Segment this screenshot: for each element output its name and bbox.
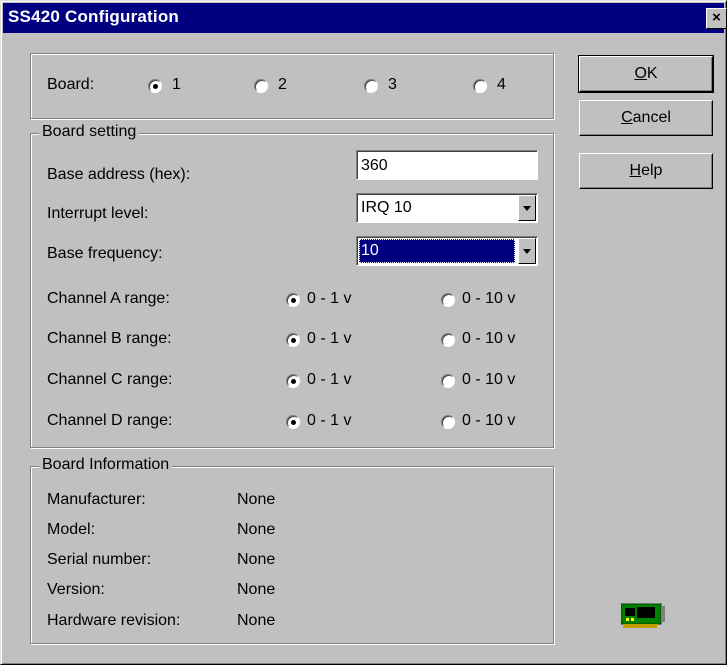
window-title: SS420 Configuration xyxy=(8,7,179,26)
board-label: Board: xyxy=(47,76,95,93)
board-option-1-label[interactable]: 1 xyxy=(172,76,181,94)
manufacturer-value: None xyxy=(237,491,276,508)
channel-b-radio-1v[interactable] xyxy=(286,333,300,347)
ok-label-rest: K xyxy=(646,65,658,82)
interrupt-level-select[interactable]: IRQ 10 xyxy=(356,193,538,223)
ok-mnemonic: O xyxy=(634,65,647,82)
board-radio-1[interactable] xyxy=(148,79,162,93)
base-frequency-value: 10 xyxy=(359,239,515,263)
manufacturer-label: Manufacturer: xyxy=(47,491,146,508)
channel-c-1v-label[interactable]: 0 - 1 v xyxy=(307,371,351,389)
hardware-revision-value: None xyxy=(237,612,276,629)
channel-a-10v-label[interactable]: 0 - 10 v xyxy=(462,290,515,308)
board-info-group: Board Information Manufacturer: None Mod… xyxy=(30,456,554,644)
interrupt-level-label: Interrupt level: xyxy=(47,205,149,222)
model-label: Model: xyxy=(47,521,96,538)
board-radio-3[interactable] xyxy=(364,79,378,93)
channel-d-1v-label[interactable]: 0 - 1 v xyxy=(307,412,351,430)
channel-b-10v-label[interactable]: 0 - 10 v xyxy=(462,330,515,348)
title-bar[interactable]: SS420 Configuration × xyxy=(3,3,727,33)
board-setting-group: Board setting Base address (hex): 360 In… xyxy=(30,123,554,448)
channel-a-label: Channel A range: xyxy=(47,290,170,307)
channel-c-radio-1v[interactable] xyxy=(286,374,300,388)
frequency-dropdown-button[interactable] xyxy=(518,238,536,264)
board-setting-title: Board setting xyxy=(39,123,140,141)
base-frequency-text: 10 xyxy=(361,242,379,259)
channel-b-radio-10v[interactable] xyxy=(441,333,455,347)
board-option-3-label[interactable]: 3 xyxy=(388,76,397,94)
help-label-rest: elp xyxy=(641,162,663,179)
channel-c-radio-10v[interactable] xyxy=(441,374,455,388)
channel-a-radio-1v[interactable] xyxy=(286,293,300,307)
help-button[interactable]: Help xyxy=(579,153,713,189)
help-mnemonic: H xyxy=(629,162,642,179)
circuit-board-icon xyxy=(621,603,665,628)
channel-b-label: Channel B range: xyxy=(47,330,172,347)
channel-d-label: Channel D range: xyxy=(47,412,173,429)
hardware-revision-label: Hardware revision: xyxy=(47,612,181,629)
serial-number-value: None xyxy=(237,551,276,568)
ok-button[interactable]: OK xyxy=(578,55,714,93)
board-info-title: Board Information xyxy=(39,456,173,474)
close-button[interactable]: × xyxy=(706,8,727,29)
channel-d-10v-label[interactable]: 0 - 10 v xyxy=(462,412,515,430)
board-option-2-label[interactable]: 2 xyxy=(278,76,287,94)
version-label: Version: xyxy=(47,581,105,598)
version-value: None xyxy=(237,581,276,598)
board-radio-2[interactable] xyxy=(254,79,268,93)
board-radio-4[interactable] xyxy=(473,79,487,93)
channel-a-1v-label[interactable]: 0 - 1 v xyxy=(307,290,351,308)
channel-c-label: Channel C range: xyxy=(47,371,173,388)
channel-b-1v-label[interactable]: 0 - 1 v xyxy=(307,330,351,348)
cancel-label-rest: ancel xyxy=(632,109,671,126)
model-value: None xyxy=(237,521,276,538)
base-address-input[interactable]: 360 xyxy=(356,150,538,180)
base-frequency-select[interactable]: 10 xyxy=(356,236,538,266)
base-frequency-label: Base frequency: xyxy=(47,245,163,262)
channel-a-radio-10v[interactable] xyxy=(441,293,455,307)
board-select-group: Board: 1 2 3 4 xyxy=(30,53,554,119)
interrupt-dropdown-button[interactable] xyxy=(518,195,536,221)
channel-c-10v-label[interactable]: 0 - 10 v xyxy=(462,371,515,389)
channel-d-radio-1v[interactable] xyxy=(286,415,300,429)
config-dialog: SS420 Configuration × Board: 1 2 3 4 Boa… xyxy=(0,0,727,665)
interrupt-level-value: IRQ 10 xyxy=(361,199,412,216)
channel-d-radio-10v[interactable] xyxy=(441,415,455,429)
cancel-mnemonic: C xyxy=(621,109,633,126)
serial-number-label: Serial number: xyxy=(47,551,152,568)
base-address-label: Base address (hex): xyxy=(47,166,191,183)
cancel-button[interactable]: Cancel xyxy=(579,100,713,136)
board-option-4-label[interactable]: 4 xyxy=(497,76,506,94)
